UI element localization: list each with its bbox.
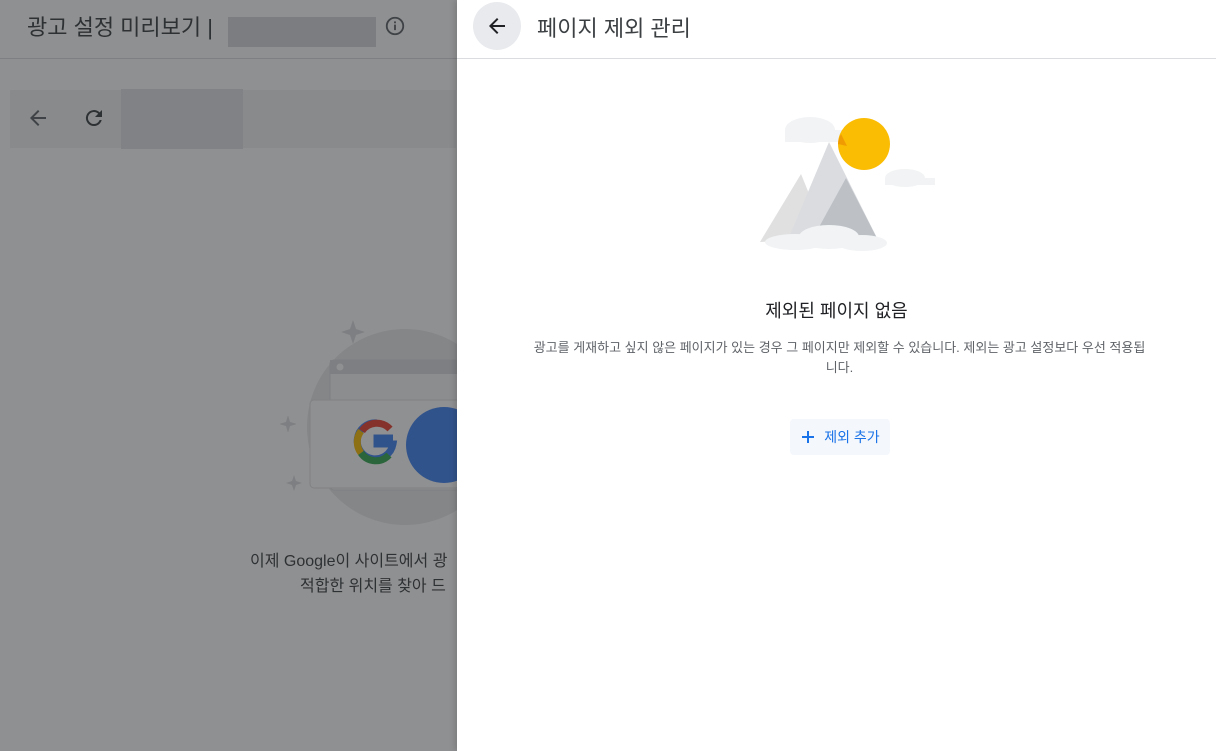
add-exclusion-label: 제외 추가: [824, 429, 880, 445]
panel-title: 페이지 제외 관리: [537, 16, 691, 41]
page-exclusion-panel: 페이지 제외 관리 제외된 페이지 없음 광고를 게재하고 싶지 않은 페이지가…: [457, 0, 1216, 751]
add-exclusion-button[interactable]: 제외 추가: [790, 419, 890, 455]
empty-state-title: 제외된 페이지 없음: [765, 301, 908, 321]
back-arrow-icon: [489, 18, 505, 34]
panel-header: 페이지 제외 관리: [457, 0, 1216, 59]
empty-state-description: 광고를 게재하고 싶지 않은 페이지가 있는 경우 그 페이지만 제외할 수 있…: [533, 340, 1146, 375]
panel-back-button[interactable]: [473, 2, 521, 50]
plus-icon: [802, 431, 815, 443]
empty-state-illustration: [760, 117, 935, 251]
